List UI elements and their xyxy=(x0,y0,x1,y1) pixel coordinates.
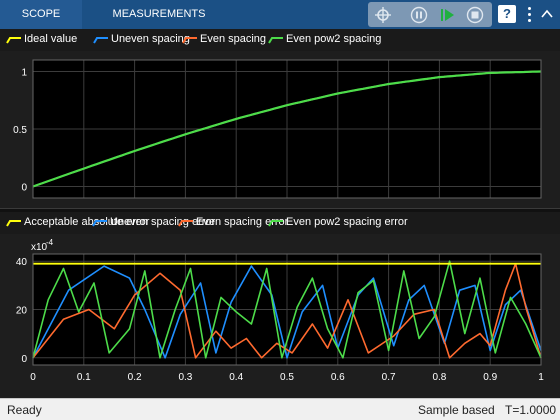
highlight-block-icon[interactable] xyxy=(374,6,392,24)
tab-scope[interactable]: SCOPE xyxy=(0,0,82,29)
simulation-controls xyxy=(368,2,492,27)
legend-label: Even pow2 spacing xyxy=(286,33,382,45)
y-tick-label: 1 xyxy=(21,68,27,79)
stop-icon[interactable] xyxy=(466,6,484,24)
x-tick-label: 1 xyxy=(538,372,544,383)
x-tick-label: 0.9 xyxy=(483,372,497,383)
legend-label: Even spacing xyxy=(200,33,267,45)
status-bar: Ready Sample based T=1.0000 xyxy=(0,398,560,420)
toolbar: SCOPE MEASUREMENTS ? xyxy=(0,0,560,29)
pause-icon[interactable] xyxy=(410,6,428,24)
y-tick-label: 20 xyxy=(16,306,28,317)
sample-mode-indicator: Sample based xyxy=(418,403,495,417)
legend-line-icon xyxy=(178,220,193,227)
more-options-icon[interactable] xyxy=(523,5,537,23)
y-tick-label: 0 xyxy=(21,354,27,365)
top-plot-chart[interactable]: 10.50 xyxy=(0,51,560,208)
legend-label: Ideal value xyxy=(24,33,78,45)
y-tick-label: 0.5 xyxy=(13,125,27,136)
x-tick-label: 0.8 xyxy=(432,372,446,383)
top-plot-legend: Ideal value Uneven spacing Even spacing … xyxy=(0,29,560,51)
legend-line-icon xyxy=(268,37,283,44)
top-plot-panel: 1 0.5 0 xyxy=(0,51,560,208)
legend-line-icon xyxy=(6,37,21,44)
bottom-plot-chart[interactable]: 40200x10-40 0.1 0.2 0.3 0.4 0.5 0.6 0.7 0.8 0.9 1 xyxy=(0,234,560,398)
legend-line-icon xyxy=(92,220,107,227)
simulation-time: T=1.0000 xyxy=(505,403,557,417)
x-tick-label: 0.6 xyxy=(331,372,345,383)
legend-line-icon xyxy=(6,220,21,227)
step-forward-icon[interactable] xyxy=(438,6,456,24)
collapse-toolstrip-icon[interactable] xyxy=(541,9,553,19)
legend-label: Uneven spacing xyxy=(111,33,190,45)
legend-line-icon xyxy=(268,220,283,227)
help-button[interactable]: ? xyxy=(498,5,516,23)
tab-measurements[interactable]: MEASUREMENTS xyxy=(106,0,212,29)
legend-line-icon xyxy=(93,37,108,44)
y-axis-exponent-power: -4 xyxy=(46,238,54,247)
x-tick-label: 0.3 xyxy=(178,372,192,383)
x-tick-label: 0 xyxy=(30,372,36,383)
legend-label: Even pow2 spacing error xyxy=(286,216,408,228)
status-text: Ready xyxy=(7,403,42,417)
x-tick-label: 0.1 xyxy=(77,372,91,383)
x-tick-label: 0.2 xyxy=(128,372,142,383)
legend-line-icon xyxy=(182,37,197,44)
x-tick-label: 0.5 xyxy=(280,372,294,383)
x-tick-label: 0.7 xyxy=(382,372,396,383)
bottom-plot-panel: 40 20 0 x10 -4 0 0.1 0.2 0.3 0.4 0.5 0.6 0.7 0.8 0.9 1 xyxy=(0,234,560,398)
y-tick-label: 0 xyxy=(21,183,27,194)
y-tick-label: 40 xyxy=(16,257,28,268)
x-tick-label: 0.4 xyxy=(229,372,243,383)
bottom-plot-legend: Acceptable absolute error Uneven spacing… xyxy=(0,212,560,234)
